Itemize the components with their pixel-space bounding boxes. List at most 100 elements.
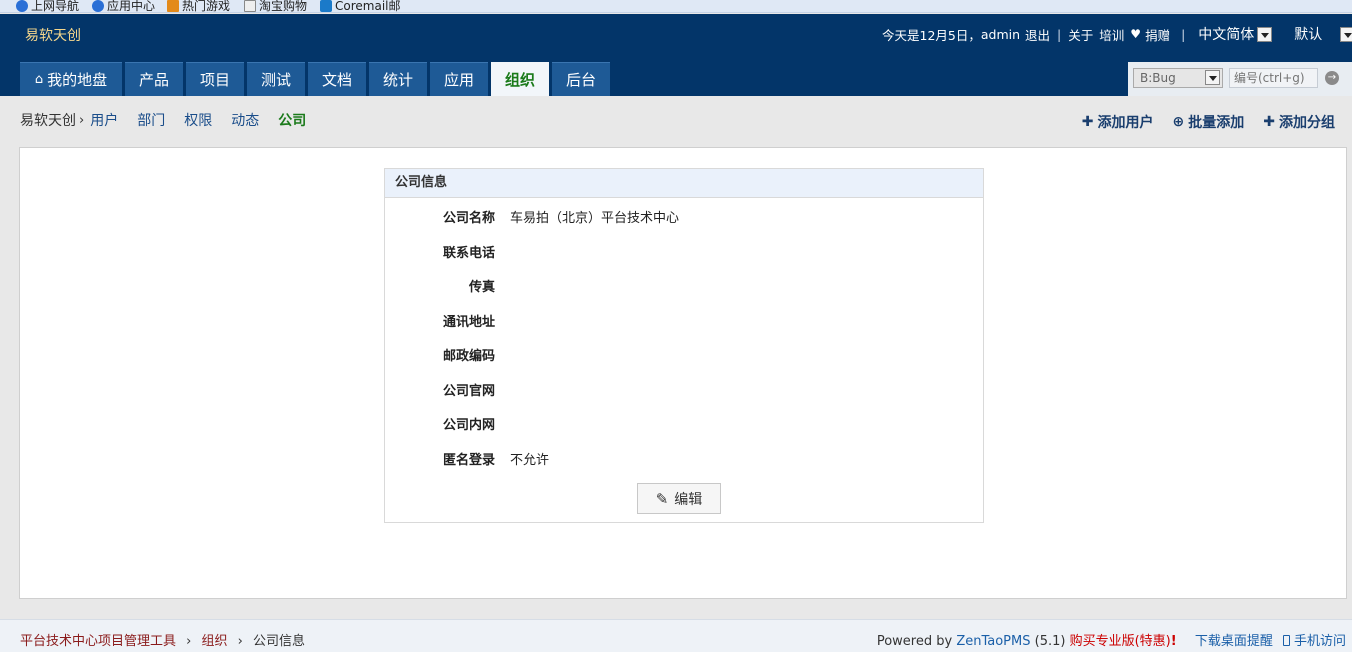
tab-doc[interactable]: 文档 [308, 62, 366, 96]
action-label: 添加分组 [1279, 115, 1335, 131]
field-label: 匿名登录 [442, 453, 495, 468]
favorite-link-apps[interactable]: 应用中心 [92, 0, 156, 13]
field-label: 邮政编码 [442, 349, 495, 364]
separator: | [1181, 26, 1186, 42]
tab-report[interactable]: 统计 [369, 62, 427, 96]
donate-link[interactable]: 捐赠 [1145, 25, 1170, 44]
page-icon [244, 0, 256, 12]
field-row: 匿名登录 不允许 [385, 449, 985, 469]
field-value: 不允许 [510, 453, 550, 468]
company-info-card: 公司信息 公司名称 车易拍（北京）平台技术中心 联系电话 传真 通讯地址 邮政编… [384, 168, 984, 523]
theme-select[interactable]: 默认 [1294, 24, 1352, 44]
coremail-icon [320, 0, 332, 12]
tab-company[interactable]: 组织 [491, 62, 549, 96]
logout-link[interactable]: 退出 [1025, 25, 1050, 44]
chevron-right-icon: › [186, 634, 192, 649]
submenu: 用户 部门 权限 动态 公司 [90, 110, 325, 130]
submenu-item-priv[interactable]: 权限 [184, 110, 212, 130]
submenu-item-users[interactable]: 用户 [90, 110, 118, 130]
action-buttons: ✚ 添加用户 ⊕ 批量添加 ✚ 添加分组 [1063, 112, 1335, 132]
field-row: 通讯地址 [385, 311, 985, 331]
chevron-right-icon: › [79, 112, 85, 128]
footer-info: Powered by ZenTaoPMS (5.1) 购买专业版(特惠)! 下载… [877, 630, 1346, 649]
company-brand[interactable]: 易软天创 [25, 25, 81, 45]
tab-label: 应用 [443, 71, 474, 89]
favorite-label: 应用中心 [107, 0, 156, 13]
tab-label: 统计 [382, 71, 413, 89]
language-value: 中文简体 [1198, 27, 1255, 43]
field-label: 联系电话 [442, 246, 495, 261]
favorite-link-nav[interactable]: 上网导航 [16, 0, 79, 12]
home-icon: ⌂ [34, 72, 44, 87]
buy-pro-link[interactable]: 购买专业版(特惠) [1070, 634, 1171, 649]
field-row: 公司名称 车易拍（北京）平台技术中心 [385, 207, 985, 227]
plus-icon: ✚ [1081, 114, 1094, 130]
tab-test[interactable]: 测试 [247, 62, 305, 96]
ie-icon [16, 0, 28, 12]
main-nav-tabs: ⌂ 我的地盘 产品 项目 测试 文档 统计 应用 组织 后台 [20, 62, 613, 96]
tab-product[interactable]: 产品 [125, 62, 183, 96]
language-select[interactable]: 中文简体 [1198, 24, 1273, 44]
chevron-down-icon [1205, 70, 1220, 85]
heart-icon: ♥ [1130, 27, 1142, 41]
card-title: 公司信息 [385, 169, 983, 198]
tab-label: 产品 [138, 71, 169, 89]
date-text: 今天是12月5日， [882, 27, 981, 43]
add-user-button[interactable]: ✚ 添加用户 [1082, 112, 1154, 132]
field-row: 联系电话 [385, 242, 985, 262]
powered-by-text: Powered by [876, 634, 953, 649]
field-label: 公司名称 [442, 211, 495, 226]
field-value: 车易拍（北京）平台技术中心 [510, 211, 680, 226]
separator: | [1057, 26, 1062, 42]
go-arrow-icon[interactable]: → [1325, 71, 1339, 85]
zentao-link[interactable]: ZenTaoPMS [956, 634, 1030, 649]
favorite-link-games[interactable]: 热门游戏 [167, 0, 230, 12]
tab-label: 组织 [504, 70, 535, 89]
breadcrumb-root[interactable]: 易软天创 [20, 110, 76, 130]
footer-breadcrumb: 平台技术中心项目管理工具 › 组织 › 公司信息 [20, 630, 305, 649]
download-desktop-link[interactable]: 下载桌面提醒 [1195, 634, 1273, 649]
top-info-bar: 今天是12月5日， admin 退出 | 关于 培训 ♥ 捐赠 | 中文简体 默… [882, 24, 1352, 44]
edit-button[interactable]: ✎ 编辑 [637, 483, 721, 514]
tab-my[interactable]: ⌂ 我的地盘 [20, 62, 122, 96]
field-row: 公司内网 [385, 414, 985, 434]
favorite-label: 淘宝购物 [259, 0, 308, 13]
field-label: 公司内网 [442, 418, 495, 433]
search-type-select[interactable]: B:Bug [1133, 68, 1223, 88]
username[interactable]: admin [981, 27, 1020, 42]
submenu-item-company[interactable]: 公司 [278, 110, 306, 130]
tab-label: 项目 [199, 71, 230, 89]
favorite-link-taobao[interactable]: 淘宝购物 [244, 0, 308, 13]
search-input[interactable] [1229, 68, 1318, 88]
tab-label: 后台 [565, 71, 596, 89]
tab-label: 测试 [260, 71, 291, 89]
action-label: 添加用户 [1097, 115, 1154, 131]
tab-project[interactable]: 项目 [186, 62, 244, 96]
footer-crumb-company[interactable]: 组织 [202, 634, 228, 649]
tab-admin[interactable]: 后台 [552, 62, 610, 96]
browser-favorites-bar: 上网导航 应用中心 热门游戏 淘宝购物 Coremail邮 [0, 0, 1352, 13]
about-link[interactable]: 关于 [1068, 25, 1093, 44]
tab-app[interactable]: 应用 [430, 62, 488, 96]
plus-circle-icon: ⊕ [1172, 114, 1185, 130]
mobile-access-link[interactable]: 手机访问 [1294, 634, 1346, 649]
buy-exclamation: ! [1170, 634, 1177, 649]
tab-label: 文档 [321, 71, 352, 89]
chevron-down-icon [1340, 26, 1352, 42]
app-footer: 平台技术中心项目管理工具 › 组织 › 公司信息 Powered by ZenT… [0, 619, 1352, 652]
footer-crumb-home[interactable]: 平台技术中心项目管理工具 [20, 634, 176, 649]
tab-label: 我的地盘 [47, 71, 108, 89]
footer-crumb-current: 公司信息 [253, 634, 306, 649]
training-link[interactable]: 培训 [1099, 25, 1124, 44]
app-header: 易软天创 今天是12月5日， admin 退出 | 关于 培训 ♥ 捐赠 | 中… [0, 14, 1352, 96]
add-group-button[interactable]: ✚ 添加分组 [1263, 112, 1335, 132]
pencil-icon: ✎ [655, 489, 669, 508]
search-type-value: B:Bug [1140, 71, 1176, 85]
submenu-item-dept[interactable]: 部门 [137, 110, 165, 130]
submenu-item-dynamic[interactable]: 动态 [231, 110, 259, 130]
field-label: 传真 [468, 280, 495, 295]
field-label: 公司官网 [442, 384, 495, 399]
batch-add-button[interactable]: ⊕ 批量添加 [1173, 112, 1245, 132]
favorite-link-coremail[interactable]: Coremail邮 [320, 0, 401, 12]
quick-search: B:Bug → [1128, 62, 1352, 96]
